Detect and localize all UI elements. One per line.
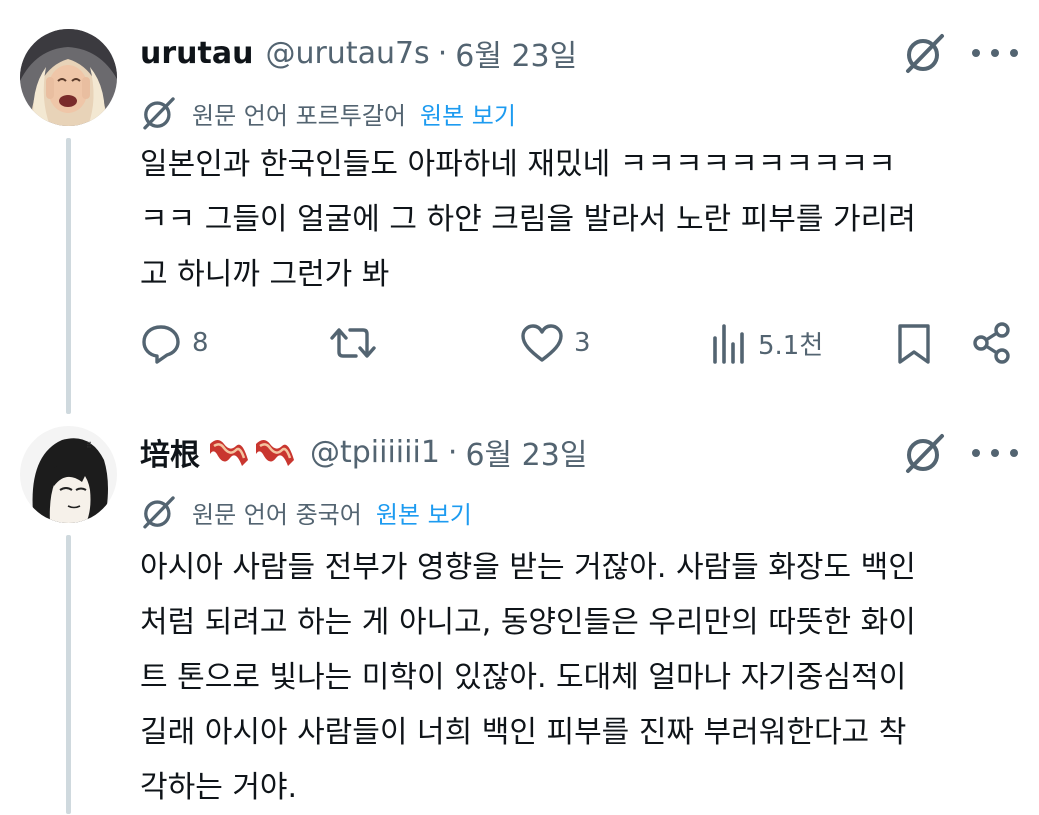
- share-icon: [973, 322, 1010, 364]
- tweet-text-line: 처럼 되려고 하는 게 아니고, 동양인들은 우리만의 따뜻한 화이: [140, 605, 916, 640]
- tweet-text-line: 아시아 사람들 전부가 영향을 받는 거잖아. 사람들 화장도 백인: [140, 550, 916, 585]
- tweet-text-line: 각하는 거야.: [140, 770, 298, 805]
- tweet-actions: 8 3 5.1천: [140, 322, 1020, 372]
- tweet-date[interactable]: 6월 23일: [465, 430, 587, 474]
- tweet-text: 일본인과 한국인들도 아파하네 재밌네 ㅋㅋㅋㅋㅋㅋㅋㅋㅋㅋ ㅋㅋ 그들이 얼굴…: [140, 137, 1020, 302]
- bacon-icon: [256, 440, 294, 466]
- translate-icon: [143, 97, 175, 130]
- view-count: 5.1천: [758, 330, 824, 361]
- translate-icon: [143, 496, 175, 529]
- translation-language: 원문 언어 중국어: [192, 500, 362, 529]
- tweet-text-line: 일본인과 한국인들도 아파하네 재밌네 ㅋㅋㅋㅋㅋㅋㅋㅋㅋㅋ: [140, 147, 896, 182]
- display-name[interactable]: 培根: [140, 430, 200, 474]
- user-handle[interactable]: @urutau7s: [265, 36, 429, 71]
- show-original-link[interactable]: 원본 보기: [376, 495, 472, 530]
- translation-note: 원문 언어 중국어 원본 보기: [140, 493, 472, 531]
- tweet-text-line: 길래 아시아 사람들이 너희 백인 피부를 진짜 부러워한다고 착: [140, 715, 907, 750]
- share-button[interactable]: [972, 322, 1012, 364]
- separator-dot: ·: [447, 434, 458, 470]
- tweet-header: urutau @urutau7s · 6월 23일: [140, 31, 577, 75]
- avatar[interactable]: [20, 29, 117, 126]
- tweet-header: 培根 @tpiiiiii1 · 6월 23일: [140, 430, 587, 474]
- show-original-link[interactable]: 원본 보기: [420, 96, 516, 131]
- grok-icon[interactable]: [902, 430, 948, 476]
- thread-line-2: [66, 535, 71, 814]
- reply-count: 8: [192, 328, 209, 358]
- tweet-text: 아시아 사람들 전부가 영향을 받는 거잖아. 사람들 화장도 백인 처럼 되려…: [140, 540, 1020, 815]
- user-handle[interactable]: @tpiiiiii1: [310, 435, 440, 470]
- like-icon: [521, 324, 563, 362]
- translation-note: 원문 언어 포르투갈어 원본 보기: [140, 94, 516, 132]
- tweet-text-line: ㅋㅋ 그들이 얼굴에 그 하얀 크림을 발라서 노란 피부를 가리려: [140, 202, 916, 237]
- tweet-text-line: 고 하니까 그런가 봐: [140, 257, 390, 292]
- views-button[interactable]: 5.1천: [710, 322, 823, 364]
- bacon-icon: [210, 440, 248, 466]
- like-button[interactable]: 3: [520, 322, 591, 364]
- grok-icon[interactable]: [902, 30, 948, 76]
- separator-dot: ·: [437, 35, 448, 71]
- avatar[interactable]: ⠿: [20, 426, 117, 523]
- avatar-image: ⠿: [20, 426, 117, 523]
- name-emoji: [206, 432, 298, 472]
- translation-language: 원문 언어 포르투갈어: [192, 101, 406, 130]
- tweet-text-line: 트 톤으로 빛나는 미학이 있잖아. 도대체 얼마나 자기중심적이: [140, 660, 907, 695]
- svg-text:⠿: ⠿: [86, 441, 92, 450]
- more-icon[interactable]: [972, 443, 1018, 463]
- reply-icon: [142, 325, 180, 364]
- reply-button[interactable]: 8: [140, 322, 209, 364]
- like-count: 3: [574, 328, 591, 358]
- bookmark-icon: [898, 324, 930, 364]
- bookmark-button[interactable]: [896, 322, 932, 366]
- avatar-image: [20, 29, 117, 126]
- repost-button[interactable]: [330, 322, 386, 364]
- thread-line-1: [66, 138, 71, 414]
- more-icon[interactable]: [972, 43, 1018, 63]
- display-name[interactable]: urutau: [140, 36, 253, 71]
- tweet-date[interactable]: 6월 23일: [455, 31, 577, 75]
- repost-icon: [330, 328, 376, 358]
- views-icon: [713, 324, 744, 364]
